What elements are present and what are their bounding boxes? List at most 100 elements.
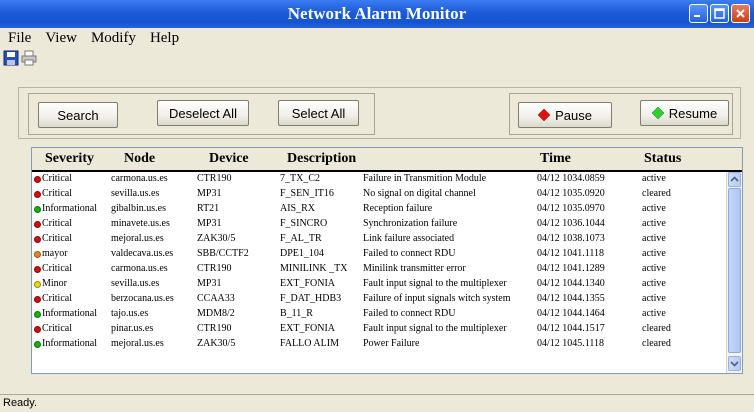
status-cell: active xyxy=(642,233,666,244)
resume-button[interactable]: Resume xyxy=(640,100,729,126)
select-all-button[interactable]: Select All xyxy=(278,100,359,126)
menu-help[interactable]: Help xyxy=(150,30,179,50)
save-icon[interactable] xyxy=(3,50,19,66)
menu-modify[interactable]: Modify xyxy=(91,30,136,50)
minimize-icon xyxy=(694,15,700,17)
severity-cell: Critical xyxy=(42,233,72,244)
table-row[interactable]: Informational tajo.us.es MDM8/2 B_11_R Faile… xyxy=(32,307,726,322)
time-cell: 04/12 1044.1340 xyxy=(537,278,605,289)
vertical-scrollbar[interactable] xyxy=(726,172,742,373)
menu-file[interactable]: File xyxy=(8,30,31,50)
table-row[interactable]: mayor valdecava.us.es SBB/CCTF2 DPE1_104 Fai… xyxy=(32,247,726,262)
status-cell: cleared xyxy=(642,323,671,334)
severity-dot-icon xyxy=(34,326,41,333)
table-row[interactable]: Critical berzocana.us.es CCAA33 F_DAT_HDB3 F… xyxy=(32,292,726,307)
maximize-button[interactable] xyxy=(710,4,729,23)
status-cell: active xyxy=(642,278,666,289)
description-cell: Minilink transmitter error xyxy=(363,263,466,274)
menu-view[interactable]: View xyxy=(45,30,77,50)
column-header-device[interactable]: Device xyxy=(209,151,249,167)
column-header-node[interactable]: Node xyxy=(124,151,155,167)
title-bar[interactable]: Network Alarm Monitor xyxy=(0,0,754,28)
close-icon xyxy=(736,9,745,18)
table-row[interactable]: Critical carmona.us.es CTR190 7_TX_C2 Failur… xyxy=(32,172,726,187)
node-cell: berzocana.us.es xyxy=(111,293,174,304)
description-cell: Link failure associated xyxy=(363,233,455,244)
status-cell: active xyxy=(642,263,666,274)
node-cell: carmona.us.es xyxy=(111,263,168,274)
table-row[interactable]: Informational gibalbin.us.es RT21 AIS_RX Rec… xyxy=(32,202,726,217)
monitor-button-group: Pause Resume xyxy=(509,93,733,135)
table-row[interactable]: Informational mejoral.us.es ZAK30/5 FALLO A… xyxy=(32,337,726,352)
code-cell: FALLO ALIM xyxy=(280,338,339,349)
search-button[interactable]: Search xyxy=(38,102,118,128)
severity-cell: Critical xyxy=(42,323,72,334)
table-row[interactable]: Minor sevilla.us.es MP31 EXT_FONIA Fault inp… xyxy=(32,277,726,292)
table-row[interactable]: Critical carmona.us.es CTR190 MINILINK _TX M… xyxy=(32,262,726,277)
time-cell: 04/12 1044.1517 xyxy=(537,323,605,334)
time-cell: 04/12 1044.1464 xyxy=(537,308,605,319)
severity-cell: Critical xyxy=(42,218,72,229)
table-row[interactable]: Critical mejoral.us.es ZAK30/5 F_AL_TR Link … xyxy=(32,232,726,247)
node-cell: carmona.us.es xyxy=(111,173,168,184)
scroll-down-button[interactable] xyxy=(728,356,741,371)
severity-dot-icon xyxy=(34,191,41,198)
status-cell: active xyxy=(642,308,666,319)
column-header-status[interactable]: Status xyxy=(644,151,681,167)
device-cell: ZAK30/5 xyxy=(197,233,236,244)
pause-button-label: Pause xyxy=(555,107,592,123)
table-row[interactable]: Critical minavete.us.es MP31 F_SINCRO Synchr… xyxy=(32,217,726,232)
device-cell: ZAK30/5 xyxy=(197,338,236,349)
node-cell: mejoral.us.es xyxy=(111,233,164,244)
close-button[interactable] xyxy=(731,4,750,23)
select-all-button-label: Select All xyxy=(291,105,346,121)
toolbar xyxy=(3,50,37,68)
status-cell: active xyxy=(642,203,666,214)
table-row[interactable]: Critical sevilla.us.es MP31 F_SEN_IT16 No si… xyxy=(32,187,726,202)
severity-cell: Critical xyxy=(42,293,72,304)
code-cell: 7_TX_C2 xyxy=(280,173,320,184)
time-cell: 04/12 1041.1118 xyxy=(537,248,605,259)
search-button-label: Search xyxy=(57,107,99,123)
severity-dot-icon xyxy=(34,281,41,288)
node-cell: mejoral.us.es xyxy=(111,338,164,349)
severity-dot-icon xyxy=(34,176,41,183)
table-header: Severity Node Device Description Time St… xyxy=(32,148,742,172)
minimize-button[interactable] xyxy=(689,4,708,23)
device-cell: CTR190 xyxy=(197,173,232,184)
scrollbar-thumb[interactable] xyxy=(728,188,741,353)
severity-cell: Informational xyxy=(42,203,97,214)
scroll-up-button[interactable] xyxy=(728,172,741,187)
control-panel: Search Deselect All Select All Pause Res… xyxy=(18,87,741,139)
time-cell: 04/12 1035.0920 xyxy=(537,188,605,199)
description-cell: Reception failure xyxy=(363,203,433,214)
print-icon[interactable] xyxy=(21,50,37,66)
code-cell: F_DAT_HDB3 xyxy=(280,293,342,304)
device-cell: SBB/CCTF2 xyxy=(197,248,249,259)
device-cell: CTR190 xyxy=(197,323,232,334)
column-header-description[interactable]: Description xyxy=(287,151,356,167)
severity-dot-icon xyxy=(34,236,41,243)
description-cell: Fault input signal to the multiplexer xyxy=(363,278,507,289)
severity-cell: Minor xyxy=(42,278,67,289)
pause-button[interactable]: Pause xyxy=(518,102,612,128)
deselect-all-button[interactable]: Deselect All xyxy=(157,100,249,126)
description-cell: Failure in Transmition Module xyxy=(363,173,487,184)
node-cell: gibalbin.us.es xyxy=(111,203,166,214)
severity-dot-icon xyxy=(34,266,41,273)
severity-dot-icon xyxy=(34,311,41,318)
table-row[interactable]: Critical pinar.us.es CTR190 EXT_FONIA Fault … xyxy=(32,322,726,337)
status-cell: cleared xyxy=(642,188,671,199)
code-cell: B_11_R xyxy=(280,308,313,319)
description-cell: Failed to connect RDU xyxy=(363,248,456,259)
column-header-time[interactable]: Time xyxy=(540,151,571,167)
deselect-all-button-label: Deselect All xyxy=(169,105,237,121)
device-cell: MP31 xyxy=(197,218,222,229)
maximize-icon xyxy=(714,8,725,19)
device-cell: RT21 xyxy=(197,203,220,214)
column-header-severity[interactable]: Severity xyxy=(45,151,94,167)
time-cell: 04/12 1035.0970 xyxy=(537,203,605,214)
node-cell: tajo.us.es xyxy=(111,308,149,319)
device-cell: MP31 xyxy=(197,188,222,199)
code-cell: EXT_FONIA xyxy=(280,323,335,334)
